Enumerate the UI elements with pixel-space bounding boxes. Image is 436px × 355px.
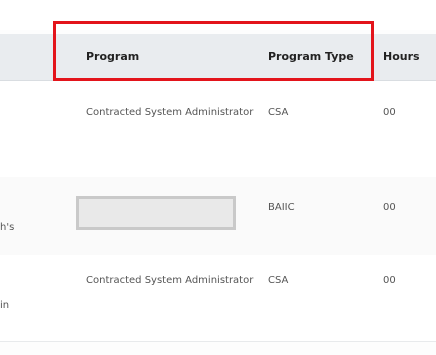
cell-program: Contracted System Administrator <box>86 107 254 118</box>
cell-program-type: BAIIC <box>268 202 295 213</box>
table-row[interactable]: h's BAIIC 00 <box>0 177 436 256</box>
cell-truncated-name: h's <box>0 222 15 233</box>
column-header-program[interactable]: Program <box>86 50 139 63</box>
cell-program-type: CSA <box>268 107 289 118</box>
table-row[interactable]: Contracted System Administrator CSA 00 <box>0 81 436 178</box>
table-header-row <box>0 34 436 81</box>
redacted-program-cell <box>76 196 236 230</box>
cell-hours: 00 <box>383 202 396 213</box>
cell-hours: 00 <box>383 275 396 286</box>
table-row[interactable]: in Contracted System Administrator CSA 0… <box>0 255 436 342</box>
column-header-hours[interactable]: Hours <box>383 50 420 63</box>
top-margin <box>0 0 436 30</box>
cell-program: Contracted System Administrator <box>86 275 254 286</box>
column-header-program-type[interactable]: Program Type <box>268 50 354 63</box>
table-viewport: Program Program Type Hours Contracted Sy… <box>0 0 436 355</box>
cell-truncated-name: in <box>0 300 10 311</box>
cell-hours: 00 <box>383 107 396 118</box>
cell-program-type: CSA <box>268 275 289 286</box>
